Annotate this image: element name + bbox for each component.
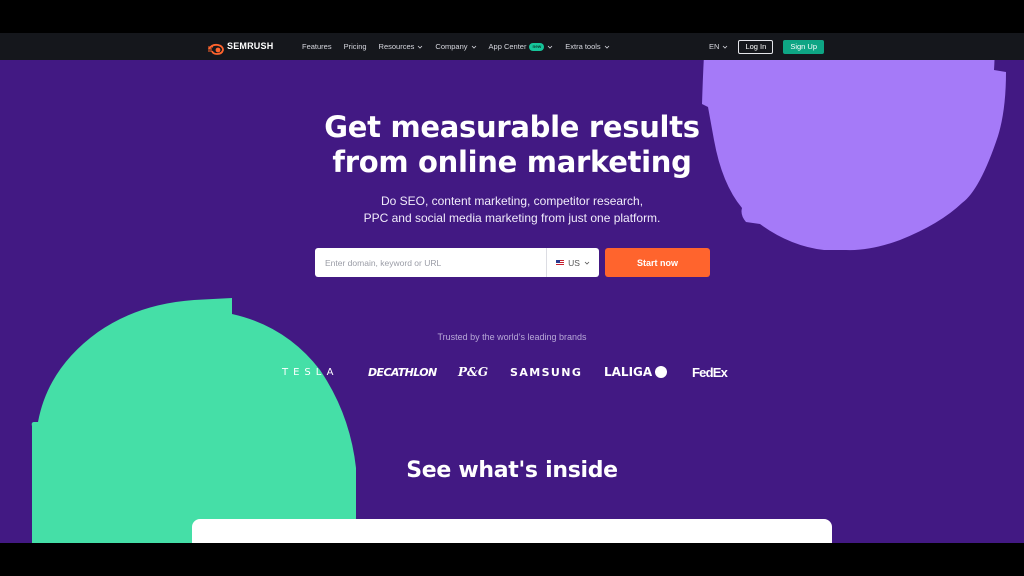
decathlon-logo: DECATHLON: [368, 365, 437, 379]
fedex-logo: FedEx: [692, 364, 728, 380]
samsung-logo: SAMSUNG: [510, 365, 583, 379]
laliga-text: LALIGA: [604, 365, 653, 379]
chevron-down-icon: [418, 45, 423, 49]
nav-company[interactable]: Company: [435, 42, 476, 51]
hero-subheadline: Do SEO, content marketing, competitor re…: [0, 193, 1024, 227]
search-input[interactable]: [315, 248, 546, 277]
chevron-down-icon: [547, 45, 553, 49]
hero-section: Get measurable results from online marke…: [0, 60, 1024, 543]
subheadline-line-2: PPC and social media marketing from just…: [363, 211, 661, 225]
search-box: US: [315, 248, 599, 277]
us-flag-icon: [556, 259, 565, 266]
brand-logos: TESLA DECATHLON P&G SAMSUNG LALIGA FedEx: [282, 362, 742, 382]
chevron-down-icon: [471, 45, 476, 49]
pg-logo: P&G: [458, 365, 489, 379]
country-selector[interactable]: US: [546, 248, 599, 277]
tesla-logo: TESLA: [282, 366, 339, 378]
headline-line-2: from online marketing: [332, 145, 692, 179]
nav-links: Features Pricing Resources Company App C…: [302, 33, 610, 60]
headline-line-1: Get measurable results: [324, 110, 700, 144]
see-inside-title: See what's inside: [406, 458, 618, 483]
new-badge: new: [529, 42, 545, 51]
login-button[interactable]: Log In: [738, 39, 774, 54]
subheadline-line-1: Do SEO, content marketing, competitor re…: [380, 194, 644, 208]
search-form: US Start now: [315, 248, 710, 277]
top-nav: SEMRUSH Features Pricing Resources Compa…: [0, 33, 1024, 60]
country-label: US: [568, 257, 580, 268]
semrush-logo-icon: [208, 40, 224, 55]
nav-pricing-label: Pricing: [343, 42, 367, 51]
nav-features[interactable]: Features: [302, 42, 332, 51]
semrush-logo[interactable]: SEMRUSH: [208, 40, 274, 55]
chevron-down-icon: [584, 261, 590, 265]
laliga-logo: LALIGA: [604, 362, 668, 382]
nav-right: EN Log In Sign Up: [709, 33, 824, 60]
chevron-down-icon: [723, 45, 728, 49]
language-label: EN: [709, 42, 720, 51]
hero-headline: Get measurable results from online marke…: [0, 110, 1024, 180]
nav-extra-tools-label: Extra tools: [565, 42, 601, 51]
product-preview-card: [192, 519, 832, 543]
nav-resources-label: Resources: [378, 42, 415, 51]
page: SEMRUSH Features Pricing Resources Compa…: [0, 0, 1024, 576]
nav-app-center-label: App Center: [488, 42, 527, 51]
signup-button[interactable]: Sign Up: [783, 39, 824, 54]
start-now-button[interactable]: Start now: [605, 248, 710, 277]
nav-pricing[interactable]: Pricing: [344, 42, 367, 51]
nav-extra-tools[interactable]: Extra tools: [565, 42, 609, 51]
nav-company-label: Company: [435, 42, 468, 51]
language-selector[interactable]: EN: [709, 42, 728, 51]
chevron-down-icon: [604, 45, 609, 49]
nav-resources[interactable]: Resources: [379, 42, 424, 51]
nav-app-center[interactable]: App Center new: [489, 42, 554, 51]
laliga-emblem-icon: [655, 366, 668, 378]
nav-features-label: Features: [302, 42, 332, 51]
trusted-label: Trusted by the world’s leading brands: [437, 332, 587, 342]
logo-text: SEMRUSH: [227, 41, 274, 51]
